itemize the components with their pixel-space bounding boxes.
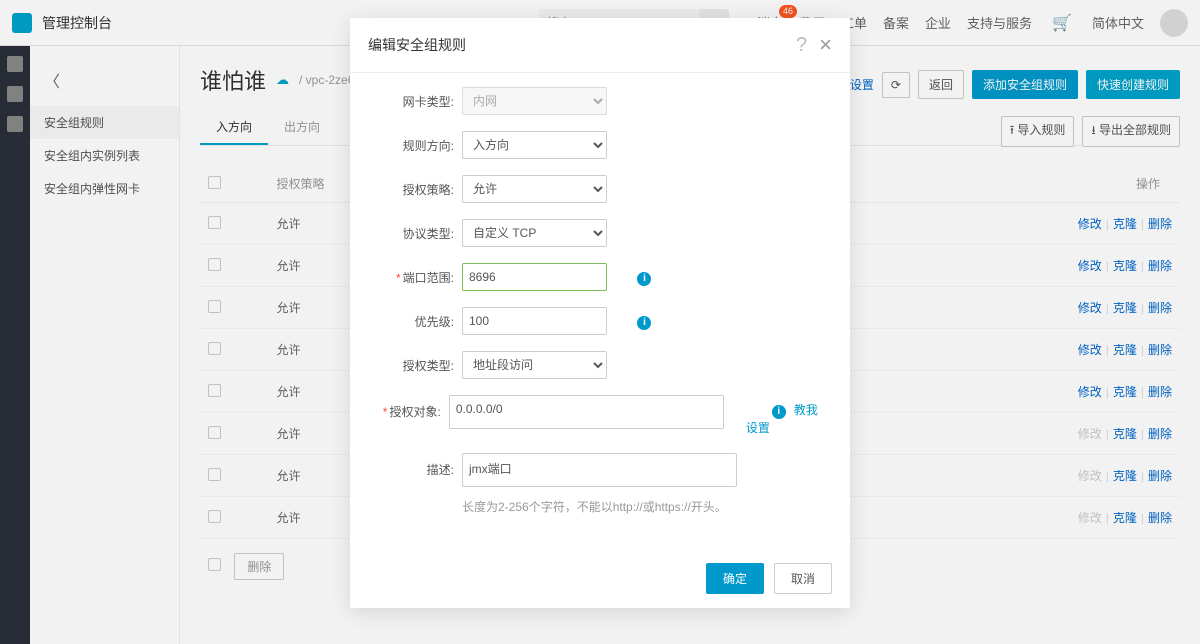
priority-input[interactable] bbox=[462, 307, 607, 335]
modal-title: 编辑安全组规则 bbox=[368, 35, 466, 55]
desc-hint: 长度为2-256个字符，不能以http://或https://开头。 bbox=[462, 498, 737, 515]
desc-input[interactable] bbox=[462, 453, 737, 487]
modal-overlay: 编辑安全组规则 ? × 网卡类型: 内网 规则方向: 入方向 授权策略: 允许 … bbox=[0, 0, 1200, 644]
ok-button[interactable]: 确定 bbox=[706, 563, 764, 594]
authobj-input[interactable] bbox=[449, 395, 724, 429]
authtype-select[interactable]: 地址段访问 bbox=[462, 351, 607, 379]
label-authobj: *授权对象: bbox=[374, 395, 449, 420]
label-authtype: 授权类型: bbox=[374, 351, 462, 374]
label-direction: 规则方向: bbox=[374, 131, 462, 154]
label-desc: 描述: bbox=[374, 453, 462, 478]
info-icon[interactable]: i bbox=[772, 405, 786, 419]
info-icon[interactable]: i bbox=[637, 316, 651, 330]
direction-select[interactable]: 入方向 bbox=[462, 131, 607, 159]
help-icon[interactable]: ? bbox=[796, 34, 807, 57]
cancel-button[interactable]: 取消 bbox=[774, 563, 832, 594]
info-icon[interactable]: i bbox=[637, 272, 651, 286]
close-icon[interactable]: × bbox=[819, 32, 832, 58]
label-port: *端口范围: bbox=[374, 263, 462, 286]
nic-select: 内网 bbox=[462, 87, 607, 115]
policy-select[interactable]: 允许 bbox=[462, 175, 607, 203]
label-priority: 优先级: bbox=[374, 307, 462, 330]
edit-rule-modal: 编辑安全组规则 ? × 网卡类型: 内网 规则方向: 入方向 授权策略: 允许 … bbox=[350, 18, 850, 608]
label-protocol: 协议类型: bbox=[374, 219, 462, 242]
port-input[interactable] bbox=[462, 263, 607, 291]
label-policy: 授权策略: bbox=[374, 175, 462, 198]
protocol-select[interactable]: 自定义 TCP bbox=[462, 219, 607, 247]
label-nic: 网卡类型: bbox=[374, 87, 462, 110]
